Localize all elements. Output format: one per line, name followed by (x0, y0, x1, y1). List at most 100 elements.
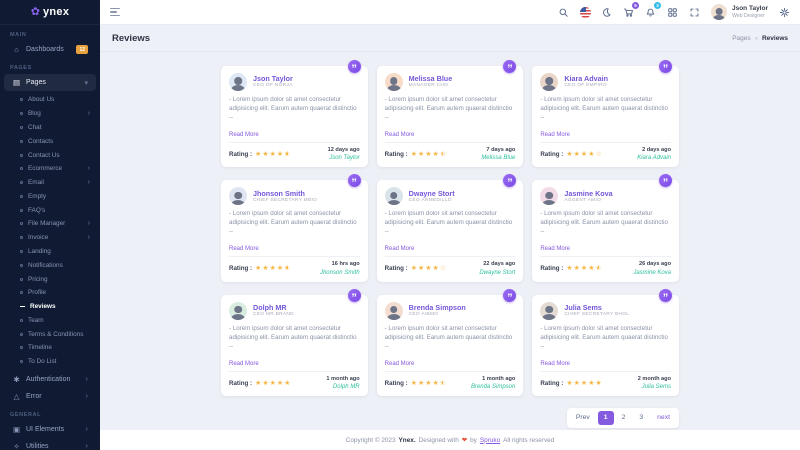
read-more-link[interactable]: Read More (540, 361, 570, 367)
sidebar-item-pages[interactable]: ▤ Pages ▾ (4, 74, 96, 91)
sidebar-subitem[interactable]: Terms & Conditions (0, 327, 100, 341)
apps-grid-icon[interactable] (667, 6, 679, 18)
language-flag-icon[interactable] (580, 7, 591, 18)
sidebar-item-label: UI Elements (26, 426, 81, 433)
sidebar-subitem[interactable]: FAQ's (0, 203, 100, 217)
review-time: 1 month ago (326, 376, 359, 383)
review-card: Dolph MR CEO MR BRAND - Lorem ipsum dolo… (221, 295, 368, 396)
pagination-page-button[interactable]: 1 (598, 411, 614, 425)
rating-stars: ★★★★☆★ (566, 265, 601, 272)
dark-mode-moon-icon[interactable] (601, 6, 613, 18)
sidebar-subitem-label: Empty (28, 193, 90, 200)
sidebar-subitem[interactable]: To Do List (0, 355, 100, 369)
sidebar-subitem-label: Terms & Conditions (28, 331, 90, 338)
reviewer-name: Jasmine Kova (564, 189, 612, 198)
review-time: 22 days ago (479, 261, 515, 268)
bullet-icon (20, 346, 23, 349)
sidebar-subitem[interactable]: File Manager › (0, 217, 100, 231)
bullet-icon (20, 236, 23, 239)
sidebar-subitem[interactable]: About Us (0, 93, 100, 107)
sidebar-subitem[interactable]: Empty (0, 189, 100, 203)
review-text: - Lorem ipsum dolor sit amet consectetur… (385, 96, 516, 123)
pagination-page-button[interactable]: 2 (616, 411, 632, 425)
review-text: - Lorem ipsum dolor sit amet consectetur… (540, 96, 671, 123)
notifications-bell-icon[interactable]: 3 (645, 6, 657, 18)
sidebar-general-items: ▣ UI Elements › ✧ Utilities › (0, 421, 100, 450)
sidebar-item-label: Authentication (26, 376, 81, 383)
logo-icon: ✿ (31, 7, 40, 18)
sidebar-subitem[interactable]: Ecommerce › (0, 162, 100, 176)
breadcrumb: Pages » Reviews (732, 35, 788, 42)
settings-gear-icon[interactable] (778, 6, 790, 18)
read-more-link[interactable]: Read More (540, 246, 570, 252)
footer-brand: Ynex. (399, 437, 416, 444)
sidebar-subitem[interactable]: Pricing (0, 272, 100, 286)
read-more-link[interactable]: Read More (540, 132, 570, 138)
sidebar-subitem[interactable]: Email › (0, 176, 100, 190)
sidebar-subitem[interactable]: Chat (0, 121, 100, 135)
sidebar-subitem-label: Profile (28, 289, 90, 296)
user-avatar (711, 4, 727, 20)
read-more-link[interactable]: Read More (229, 246, 259, 252)
reviewer-name: Jhonson Smith (253, 189, 317, 198)
sidebar-subitem-label: Chat (28, 124, 90, 131)
pagination-next-button[interactable]: next (651, 411, 676, 425)
breadcrumb-parent[interactable]: Pages (732, 35, 750, 42)
fullscreen-icon[interactable] (689, 6, 701, 18)
sidebar-subitem[interactable]: Team (0, 314, 100, 328)
app-logo[interactable]: ✿ ynex (0, 0, 100, 25)
cart-icon[interactable]: 5 (623, 6, 635, 18)
sidebar-subitem[interactable]: Reviews (0, 300, 100, 314)
sidebar-subitem[interactable]: Contacts (0, 134, 100, 148)
reviewer-role: CEO OF NORJA (253, 83, 293, 89)
reviewer-name: Dolph MR (253, 303, 294, 312)
sidebar-item-dashboards[interactable]: ⌂ Dashboards 12 (4, 41, 96, 58)
quote-icon (348, 174, 361, 187)
review-text: - Lorem ipsum dolor sit amet consectetur… (385, 210, 516, 237)
reviewer-role: CEO OF EMPIRO (564, 83, 608, 89)
rating-stars: ★★★★☆★ (411, 380, 446, 387)
quote-icon (659, 174, 672, 187)
chevron-right-icon: › (86, 426, 88, 433)
footer-designer-link[interactable]: Spruko (480, 437, 500, 444)
read-more-link[interactable]: Read More (385, 246, 415, 252)
sidebar-subitem-label: Ecommerce (28, 165, 83, 172)
dashboards-badge: 12 (76, 45, 88, 54)
reviewer-name: Julia Sems (564, 303, 629, 312)
sidebar-subitem[interactable]: Blog › (0, 107, 100, 121)
sidebar-item[interactable]: ✧ Utilities › (4, 438, 96, 450)
read-more-link[interactable]: Read More (385, 361, 415, 367)
sidebar-subitem[interactable]: Invoice › (0, 231, 100, 245)
sidebar-subitem[interactable]: Profile (0, 286, 100, 300)
sidebar-subitem[interactable]: Contact Us (0, 148, 100, 162)
read-more-link[interactable]: Read More (229, 361, 259, 367)
reviewer-name: Brenda Simpson (409, 303, 466, 312)
profile-menu[interactable]: Json Taylor Web Designer (711, 4, 768, 20)
sidebar-subitem-label: Team (28, 317, 90, 324)
review-time: 26 days ago (633, 261, 671, 268)
reviewer-signature: Jhonson Smith (320, 269, 360, 277)
sidebar-item[interactable]: ▣ UI Elements › (4, 421, 96, 438)
review-card: Melissa Blue MANAGER CHO - Lorem ipsum d… (377, 66, 524, 167)
sidebar-subitem[interactable]: Timeline (0, 341, 100, 355)
rating-label: Rating : (540, 151, 563, 158)
sidebar-subitem[interactable]: Notifications (0, 258, 100, 272)
sidebar-item[interactable]: ✱ Authentication › (4, 371, 96, 388)
top-navbar: 5 3 Json Taylor Web Designer (100, 0, 800, 25)
sidebar-subitem-label: About Us (28, 96, 90, 103)
bullet-icon (20, 154, 23, 157)
review-text: - Lorem ipsum dolor sit amet consectetur… (540, 210, 671, 237)
sidebar-subitem-label: To Do List (28, 358, 90, 365)
bullet-icon (20, 319, 23, 322)
pagination-page-button[interactable]: 3 (633, 411, 649, 425)
read-more-link[interactable]: Read More (385, 132, 415, 138)
search-icon[interactable] (558, 6, 570, 18)
reviewer-avatar (385, 302, 403, 320)
sidebar-item-label: Dashboards (26, 46, 71, 53)
sidebar-item[interactable]: △ Error › (4, 388, 96, 405)
sidebar-subitem[interactable]: Landing (0, 245, 100, 259)
notifications-badge: 3 (654, 2, 661, 9)
read-more-link[interactable]: Read More (229, 132, 259, 138)
menu-toggle-icon[interactable] (110, 8, 120, 17)
pagination-prev-button[interactable]: Prev (570, 411, 596, 425)
